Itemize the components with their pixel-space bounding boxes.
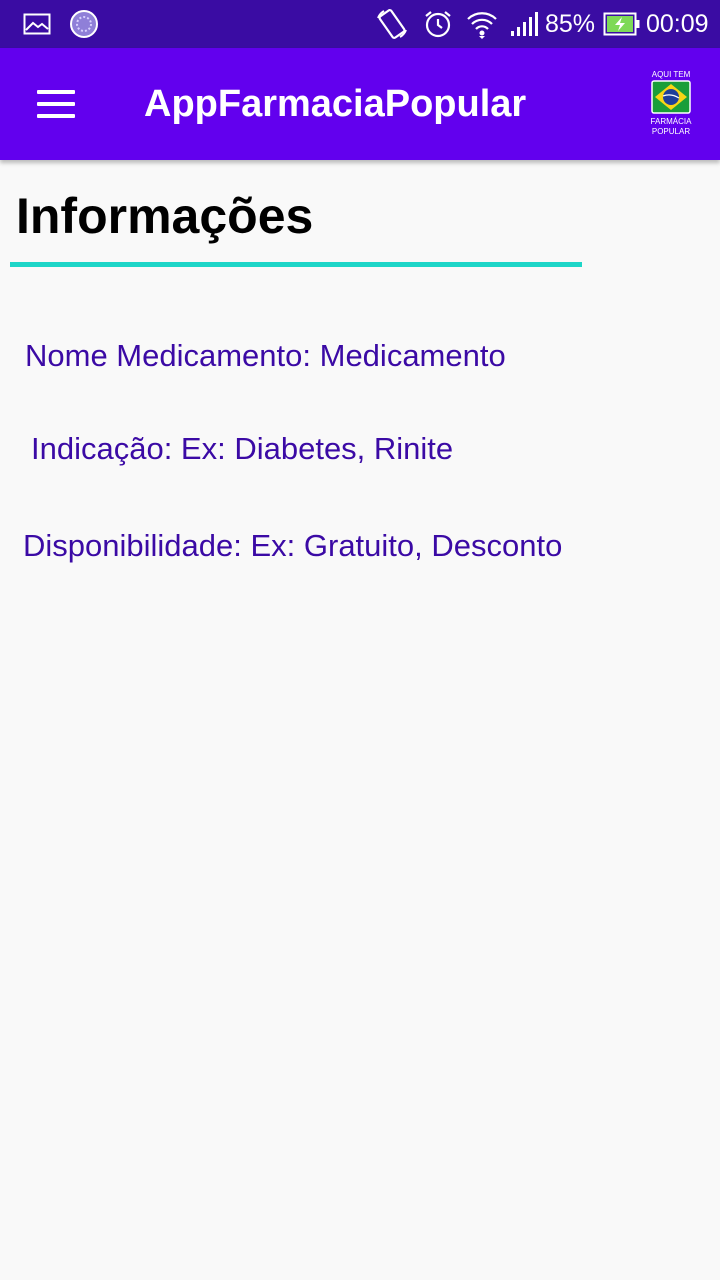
menu-button[interactable] (22, 80, 90, 128)
battery-charging-icon (602, 8, 642, 40)
image-notification-icon (22, 8, 52, 40)
svg-text:AQUI TEM: AQUI TEM (652, 70, 691, 79)
farmacia-popular-logo: AQUI TEM FARMÁCIA POPULAR (644, 68, 698, 140)
clock: 00:09 (646, 10, 709, 38)
wifi-icon (466, 8, 498, 40)
indication-text: Indicação: Ex: Diabetes, Rinite (31, 431, 454, 466)
app-title: AppFarmaciaPopular (144, 83, 527, 125)
app-bar: AppFarmaciaPopular AQUI TEM FARMÁCIA POP… (0, 48, 720, 160)
alarm-icon (422, 8, 454, 40)
svg-text:POPULAR: POPULAR (652, 127, 690, 136)
battery-percent: 85% (545, 10, 596, 38)
menu-icon-bar (37, 102, 75, 106)
menu-icon-bar (37, 90, 75, 94)
svg-text:FARMÁCIA: FARMÁCIA (651, 117, 693, 126)
medication-name-text: Nome Medicamento: Medicamento (25, 338, 506, 373)
page-title: Informações (16, 188, 314, 244)
signal-icon (508, 8, 540, 40)
rotate-icon (374, 8, 410, 40)
status-bar: 85% 00:09 (0, 0, 720, 48)
title-underline (10, 262, 582, 267)
menu-icon-bar (37, 114, 75, 118)
sync-notification-icon (68, 8, 100, 40)
availability-text: Disponibilidade: Ex: Gratuito, Desconto (23, 528, 563, 563)
